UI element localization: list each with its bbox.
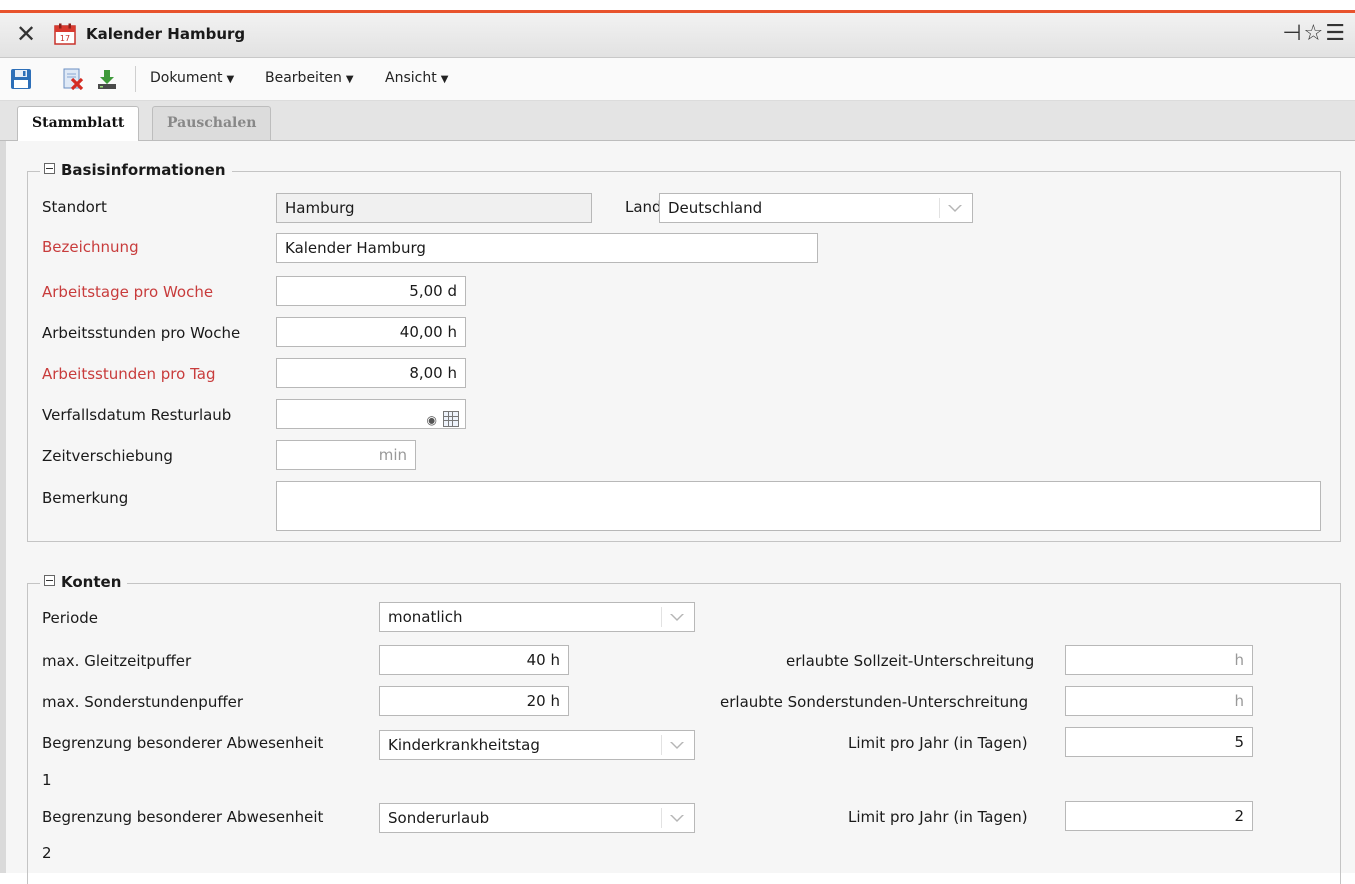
bemerkung-textarea[interactable] [276, 481, 1321, 531]
menu-dokument[interactable]: Dokument ▼ [150, 70, 234, 86]
dropdown-arrow-icon[interactable] [670, 614, 684, 621]
bemerkung-label: Bemerkung [42, 489, 129, 507]
gleitzeitpuffer-input[interactable]: 40 h [379, 645, 569, 675]
menu-label: Bearbeiten [265, 70, 342, 86]
land-value: Deutschland [668, 199, 763, 217]
begrenzung2-value: Sonderurlaub [388, 809, 490, 827]
zeitverschiebung-unit: min [378, 446, 407, 464]
sonderstunden-unit: h [1234, 692, 1244, 710]
svg-text:17: 17 [60, 34, 70, 43]
sonderstunden-unterschreitung-input[interactable]: h [1065, 686, 1253, 716]
menu-icon[interactable]: ☰ [1325, 21, 1347, 46]
standort-field: Hamburg [276, 193, 592, 223]
menu-ansicht[interactable]: Ansicht ▼ [385, 70, 448, 86]
arbeitsstunden-woche-label: Arbeitsstunden pro Woche [42, 324, 241, 342]
section-title: Konten [61, 573, 122, 591]
download-icon[interactable] [96, 68, 118, 90]
menu-label: Ansicht [385, 70, 437, 86]
dropdown-separator [939, 198, 940, 218]
limit1-input[interactable]: 5 [1065, 727, 1253, 757]
begrenzung2-select[interactable]: Sonderurlaub [379, 803, 695, 833]
sonderstunden-unterschreitung-label: erlaubte Sonderstunden-Unterschreitung [720, 693, 1029, 711]
caret-down-icon: ▼ [440, 74, 449, 85]
arbeitsstunden-woche-input[interactable]: 40,00 h [276, 317, 466, 347]
dropdown-arrow-icon[interactable] [670, 815, 684, 822]
periode-value: monatlich [388, 608, 463, 626]
land-select[interactable]: Deutschland [659, 193, 973, 223]
begrenzung1-value: Kinderkrankheitstag [388, 736, 540, 754]
tab-bar: Stammblatt Pauschalen [0, 101, 1355, 141]
dropdown-arrow-icon[interactable] [948, 205, 962, 212]
gleitzeitpuffer-label: max. Gleitzeitpuffer [42, 652, 192, 670]
tab-pauschalen[interactable]: Pauschalen [152, 106, 272, 140]
basisinformationen-legend[interactable]: Basisinformationen [40, 161, 232, 179]
arbeitsstunden-tag-label: Arbeitsstunden pro Tag [42, 365, 216, 383]
sollzeit-unit: h [1234, 651, 1244, 669]
sollzeit-unterschreitung-input[interactable]: h [1065, 645, 1253, 675]
begrenzung1-label-line1: Begrenzung besonderer Abwesenheit [42, 734, 324, 752]
tab-stammblatt[interactable]: Stammblatt [17, 106, 140, 141]
date-controls: ◉ [427, 406, 459, 428]
left-border [0, 141, 6, 873]
periode-label: Periode [42, 609, 99, 627]
window-titlebar: ✕ 17 Kalender Hamburg ⊣☆☰ [0, 13, 1355, 58]
arbeitstage-label: Arbeitstage pro Woche [42, 283, 214, 301]
star-icon[interactable]: ☆ [1304, 21, 1326, 46]
begrenzung1-select[interactable]: Kinderkrankheitstag [379, 730, 695, 760]
window-actions: ⊣☆☰ [1282, 21, 1347, 46]
toolbar: Dokument ▼ Bearbeiten ▼ Ansicht ▼ [0, 58, 1355, 101]
section-title: Basisinformationen [61, 161, 226, 179]
calendar-icon: 17 [54, 23, 76, 45]
toolbar-separator [135, 66, 136, 92]
begrenzung1-label-line2: 1 [42, 771, 52, 789]
zeitverschiebung-input[interactable]: min [276, 440, 416, 470]
menu-label: Dokument [150, 70, 223, 86]
begrenzung2-label-line1: Begrenzung besonderer Abwesenheit [42, 808, 324, 826]
land-label: Land [625, 198, 662, 216]
today-radio-icon[interactable]: ◉ [427, 413, 437, 427]
sonderstundenpuffer-label: max. Sonderstundenpuffer [42, 693, 244, 711]
limit2-input[interactable]: 2 [1065, 801, 1253, 831]
window-title: Kalender Hamburg [86, 25, 246, 43]
verfallsdatum-input[interactable]: ◉ [276, 399, 466, 429]
arbeitsstunden-tag-input[interactable]: 8,00 h [276, 358, 466, 388]
caret-down-icon: ▼ [345, 74, 354, 85]
begrenzung2-label-line2: 2 [42, 844, 52, 862]
zeitverschiebung-label: Zeitverschiebung [42, 447, 173, 465]
konten-legend[interactable]: Konten [40, 573, 128, 591]
dropdown-arrow-icon[interactable] [670, 742, 684, 749]
limit1-label: Limit pro Jahr (in Tagen) [848, 734, 1028, 752]
menu-bearbeiten[interactable]: Bearbeiten ▼ [265, 70, 354, 86]
caret-down-icon: ▼ [226, 74, 235, 85]
sollzeit-unterschreitung-label: erlaubte Sollzeit-Unterschreitung [786, 652, 1035, 670]
close-icon[interactable]: ✕ [16, 21, 36, 47]
dropdown-separator [661, 607, 662, 627]
delete-document-icon[interactable] [62, 68, 84, 90]
verfallsdatum-label: Verfallsdatum Resturlaub [42, 406, 232, 424]
bezeichnung-label: Bezeichnung [42, 238, 139, 256]
date-picker-icon[interactable] [443, 411, 459, 427]
save-icon[interactable] [10, 68, 32, 90]
standort-label: Standort [42, 198, 107, 216]
collapse-icon[interactable] [44, 163, 55, 174]
dropdown-separator [661, 808, 662, 828]
collapse-icon[interactable] [44, 575, 55, 586]
dropdown-separator [661, 735, 662, 755]
periode-select[interactable]: monatlich [379, 602, 695, 632]
arbeitstage-input[interactable]: 5,00 d [276, 276, 466, 306]
sonderstundenpuffer-input[interactable]: 20 h [379, 686, 569, 716]
bezeichnung-input[interactable]: Kalender Hamburg [276, 233, 818, 263]
pin-icon[interactable]: ⊣ [1282, 21, 1303, 46]
limit2-label: Limit pro Jahr (in Tagen) [848, 808, 1028, 826]
